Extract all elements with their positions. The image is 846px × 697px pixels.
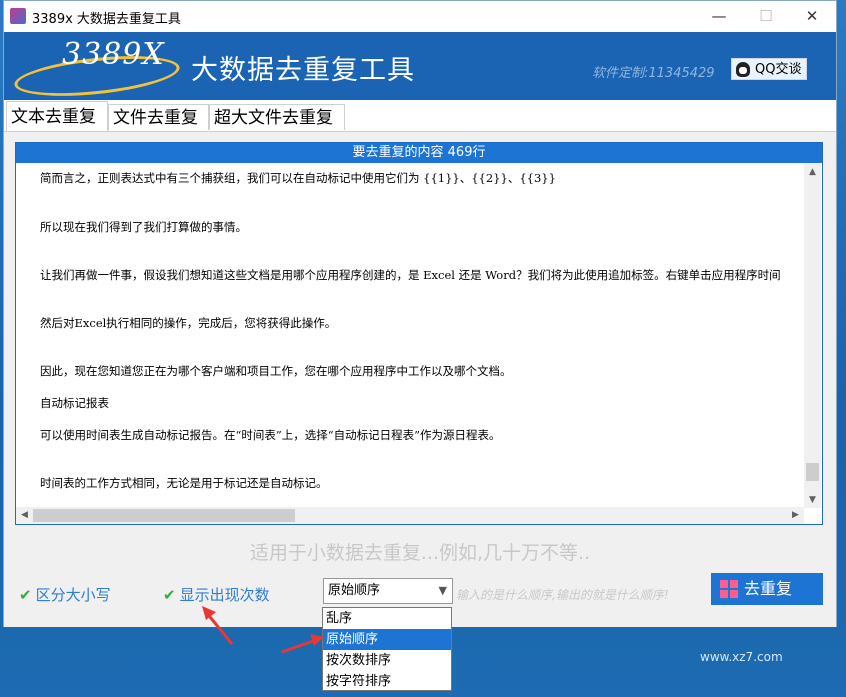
app-window: 3389x 大数据去重复工具 — ☐ ✕ 3389X 大数据去重复工具 软件定制… xyxy=(3,0,837,627)
content-line: 自动标记报表 xyxy=(40,396,109,410)
scroll-right-icon[interactable]: ▶ xyxy=(787,510,804,520)
chevron-down-icon: ▼ xyxy=(438,584,447,597)
tab-text-dedupe[interactable]: 文本去重复 xyxy=(6,101,108,131)
tab-file-dedupe[interactable]: 文件去重复 xyxy=(108,104,209,130)
tab-large-file-dedupe[interactable]: 超大文件去重复 xyxy=(209,104,345,130)
qq-chat-button[interactable]: QQ交谈 xyxy=(731,58,807,80)
content-line: 所以现在我们得到了我们打算做的事情。 xyxy=(40,220,247,234)
content-line: 让我们再做一件事，假设我们想知道这些文档是用哪个应用程序创建的，是 Excel … xyxy=(40,268,781,282)
app-header: 3389X 大数据去重复工具 软件定制:11345429 QQ交谈 xyxy=(4,32,836,103)
scroll-down-icon[interactable]: ▼ xyxy=(804,495,821,505)
order-note: 输入的是什么顺序,输出的就是什么顺序! xyxy=(456,588,669,602)
tab-bar: 文本去重复 文件去重复 超大文件去重复 xyxy=(4,100,836,132)
order-dropdown-list: 乱序 原始顺序 按次数排序 按字符排序 xyxy=(322,607,452,691)
dedupe-button-label: 去重复 xyxy=(744,579,793,598)
check-icon: ✔ xyxy=(163,586,176,604)
minimize-button[interactable]: — xyxy=(697,3,741,30)
qq-chat-label: QQ交谈 xyxy=(755,62,802,77)
maximize-button[interactable]: ☐ xyxy=(744,3,788,30)
grid-icon xyxy=(720,580,738,598)
order-option-by-count[interactable]: 按次数排序 xyxy=(323,650,451,671)
vertical-scrollbar[interactable]: ▲ ▼ xyxy=(804,163,821,508)
content-line: 然后对Excel执行相同的操作，完成后，您将获得此操作。 xyxy=(40,316,337,330)
order-option-original[interactable]: 原始顺序 xyxy=(323,629,451,650)
content-textarea[interactable]: 简而言之，正则表达式中有三个捕获组，我们可以在自动标记中使用它们为 {{1}}、… xyxy=(40,166,804,506)
custom-contact: 软件定制:11345429 xyxy=(592,66,715,81)
scroll-up-icon[interactable]: ▲ xyxy=(804,167,821,177)
watermark: www.xz7.com xyxy=(700,650,783,664)
logo: 3389X xyxy=(62,37,165,72)
content-line: 时间表的工作方式相同，无论是用于标记还是自动标记。 xyxy=(40,476,328,490)
window-title: 3389x 大数据去重复工具 xyxy=(32,12,181,27)
title-bar: 3389x 大数据去重复工具 — ☐ ✕ xyxy=(4,1,836,32)
check-icon: ✔ xyxy=(19,586,32,604)
annotation-arrow-icon xyxy=(202,606,234,645)
app-name: 大数据去重复工具 xyxy=(191,55,415,86)
order-option-by-char[interactable]: 按字符排序 xyxy=(323,671,451,692)
content-box: 要去重复的内容 469行 简而言之，正则表达式中有三个捕获组，我们可以在自动标记… xyxy=(15,142,823,525)
case-sensitive-checkbox[interactable]: ✔ 区分大小写 xyxy=(19,584,111,605)
content-line: 可以使用时间表生成自动标记报告。在“时间表”上，选择“自动标记日程表”作为源日程… xyxy=(40,428,501,442)
order-option-random[interactable]: 乱序 xyxy=(323,608,451,629)
vertical-scroll-thumb[interactable] xyxy=(806,463,819,481)
content-line: 因此，现在您知道您正在为哪个客户端和项目工作，您在哪个应用程序中工作以及哪个文档… xyxy=(40,364,512,378)
annotation-arrow-icon xyxy=(281,634,324,654)
close-button[interactable]: ✕ xyxy=(790,3,834,30)
usage-hint: 适用于小数据去重复...例如,几十万不等.. xyxy=(249,542,591,564)
content-header: 要去重复的内容 469行 xyxy=(16,143,822,163)
qq-icon xyxy=(736,62,750,77)
scroll-left-icon[interactable]: ◀ xyxy=(16,510,33,520)
dedupe-button[interactable]: 去重复 xyxy=(711,573,823,605)
app-icon xyxy=(10,8,26,24)
case-sensitive-label: 区分大小写 xyxy=(35,586,111,604)
horizontal-scrollbar[interactable]: ◀ ▶ xyxy=(16,507,804,524)
text-dedupe-panel: 要去重复的内容 469行 简而言之，正则表达式中有三个捕获组，我们可以在自动标记… xyxy=(4,132,836,627)
order-select[interactable]: 原始顺序 ▼ xyxy=(323,578,453,604)
order-select-value: 原始顺序 xyxy=(328,583,381,598)
horizontal-scroll-thumb[interactable] xyxy=(33,509,295,522)
content-line: 简而言之，正则表达式中有三个捕获组，我们可以在自动标记中使用它们为 {{1}}、… xyxy=(40,171,556,185)
